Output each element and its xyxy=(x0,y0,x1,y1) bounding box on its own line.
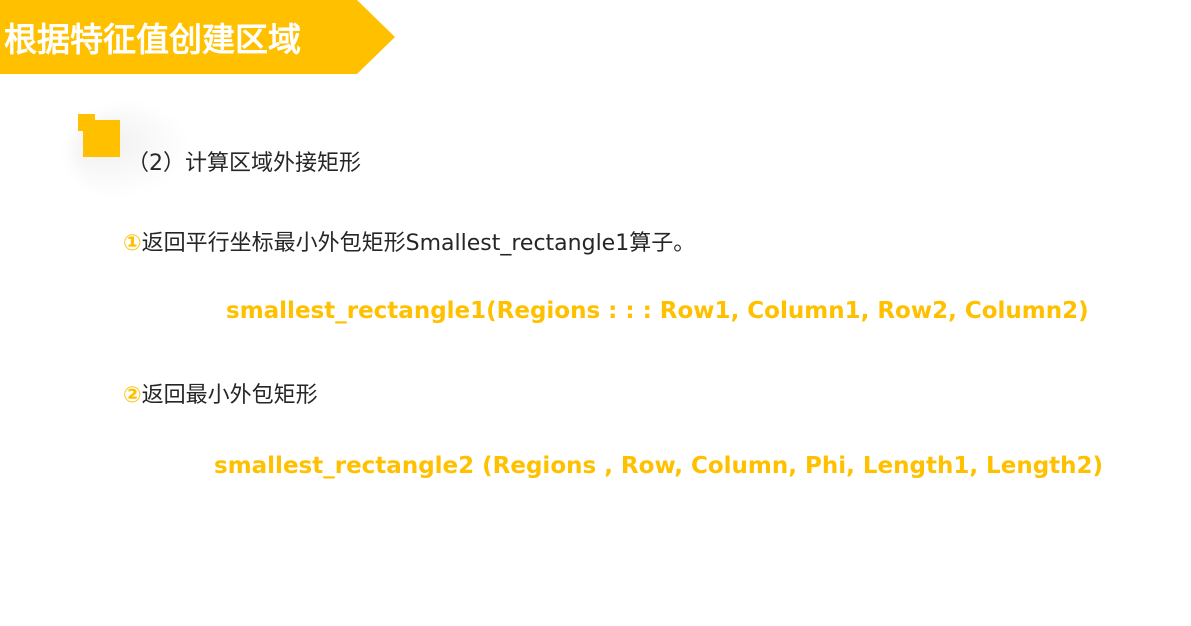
list-item-2: ②返回最小外包矩形 xyxy=(123,377,318,409)
list-item-1-text: 返回平行坐标最小外包矩形Smallest_rectangle1算子。 xyxy=(141,231,696,256)
page-title: 根据特征值创建区域 xyxy=(4,20,301,59)
code-line-1: smallest_rectangle1(Regions : : : Row1, … xyxy=(226,298,1089,324)
list-item-2-text: 返回最小外包矩形 xyxy=(141,383,318,408)
subheading: （2）计算区域外接矩形 xyxy=(127,151,361,176)
code-line-2: smallest_rectangle2 (Regions , Row, Colu… xyxy=(214,453,1104,479)
decorative-square-small xyxy=(78,114,95,131)
list-item-1: ①返回平行坐标最小外包矩形Smallest_rectangle1算子。 xyxy=(123,225,695,257)
circled-number-1: ① xyxy=(123,231,142,256)
circled-number-2: ② xyxy=(123,383,142,408)
